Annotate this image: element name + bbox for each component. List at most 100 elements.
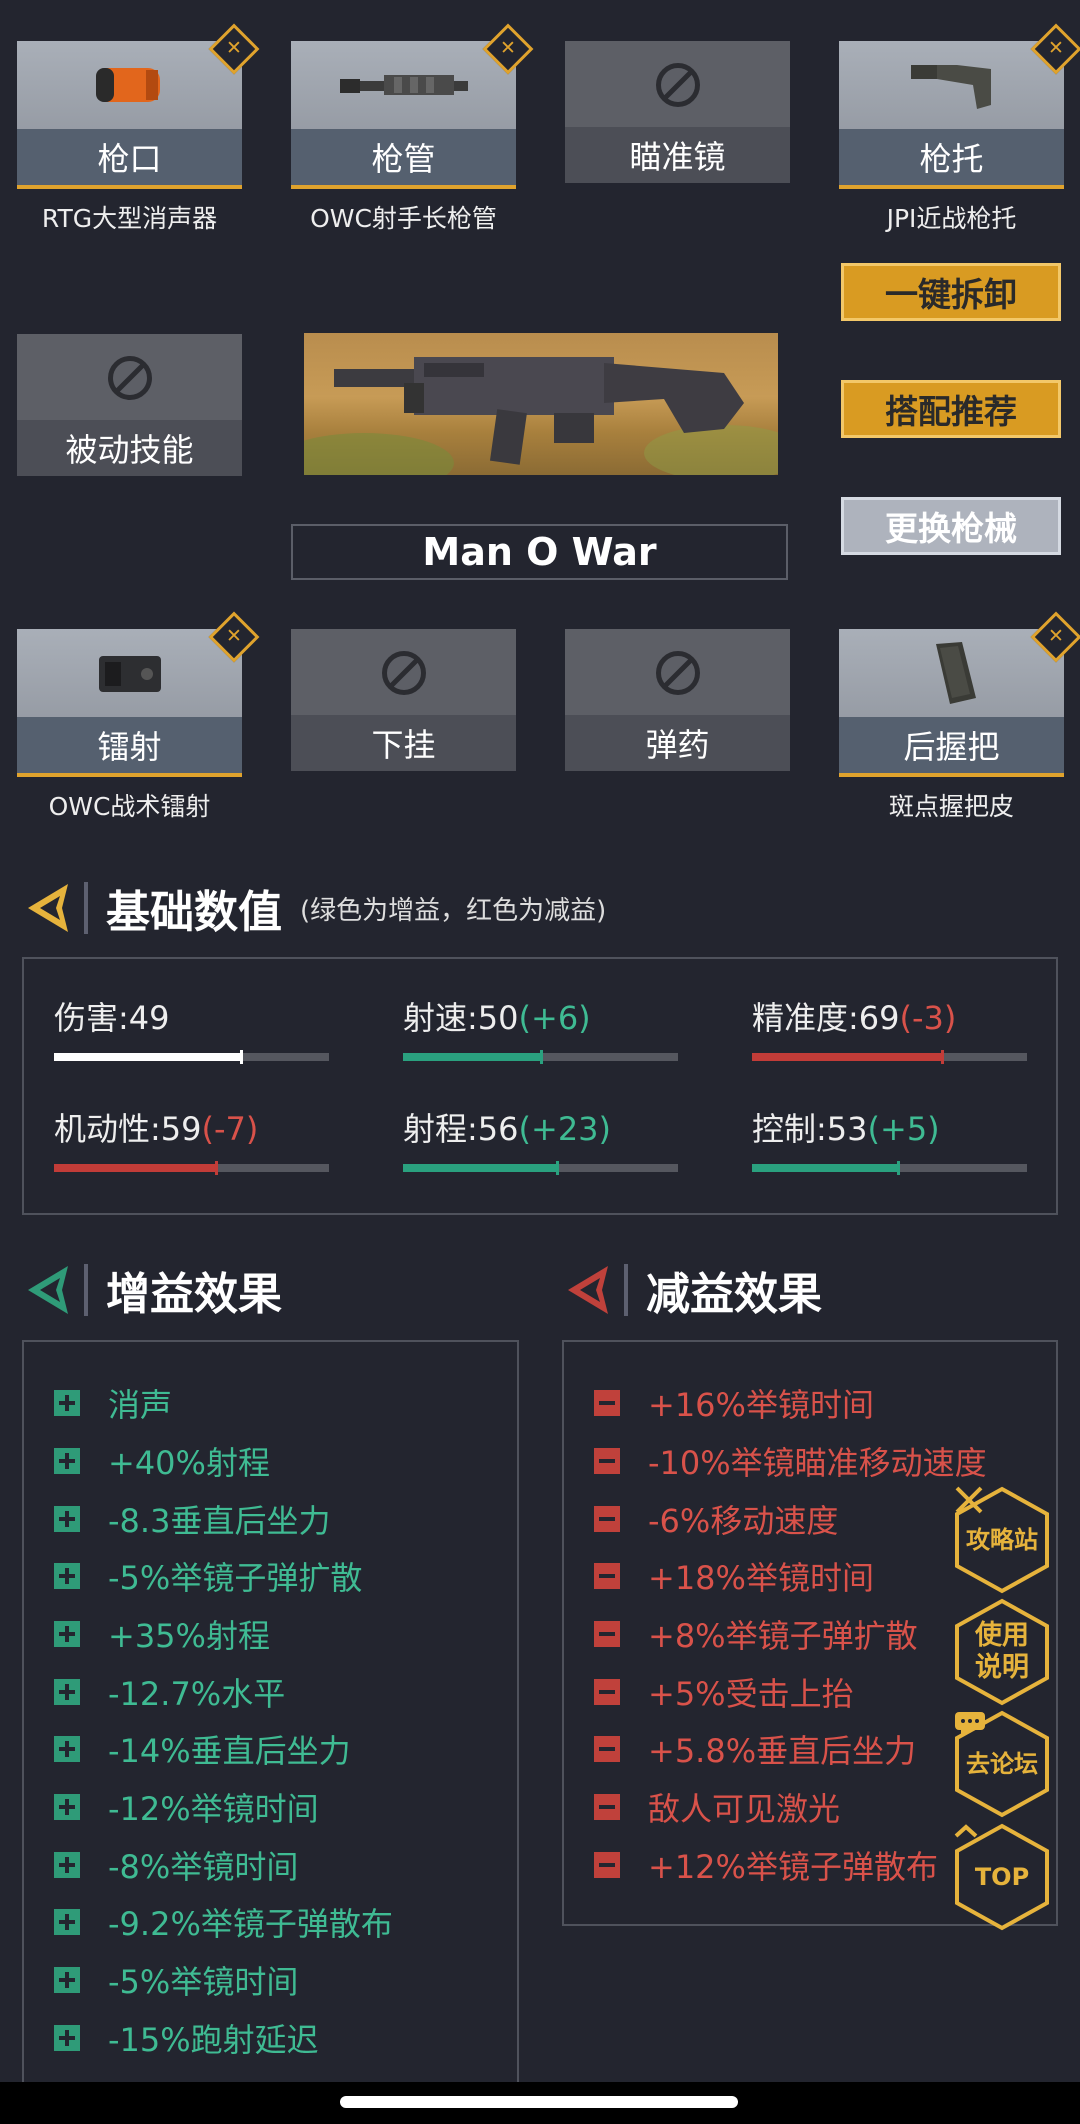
base-stats-title: 基础数值 [106,887,282,938]
debuffs-header: 减益效果 [564,1258,822,1322]
stat-name: 射速: [403,999,478,1037]
stat-bar [403,1161,678,1175]
change-gun-button[interactable]: 更换枪械 [841,497,1061,555]
detach-all-button[interactable]: 一键拆卸 [841,263,1061,321]
slot-barrel[interactable]: 枪管 OWC射手长枪管 [291,23,534,235]
stat-delta: (-7) [201,1110,259,1148]
slot-ammo[interactable]: 弹药 [565,629,790,771]
stat-value: 69 [858,999,900,1037]
suppressor-image [17,41,242,129]
list-item: -8.3垂直后坐力 [54,1496,330,1542]
plus-icon [54,1679,80,1705]
slot-perk-box[interactable]: 被动技能 [17,334,242,476]
slot-perk-label: 被动技能 [17,420,242,476]
base-stats-panel: 伤害:49 射速:50(+6) 精准度:69(-3) 机动性:59(-7) 射程… [22,957,1058,1215]
plus-icon [54,1967,80,1993]
base-stats-note: (绿色为增益，红色为减益) [300,895,607,926]
minus-icon [594,1506,620,1532]
stat-control: 控制:53(+5) [752,1104,1027,1175]
list-item: 消声 [54,1380,172,1426]
slot-underbarrel[interactable]: 下挂 [291,629,516,771]
arrow-left-icon [28,884,68,932]
stat-name: 伤害: [54,999,129,1037]
minus-icon [594,1448,620,1474]
slot-grip-label: 后握把 [839,717,1064,773]
stat-mobility: 机动性:59(-7) [54,1104,329,1175]
stat-value: 56 [477,1110,519,1148]
slot-muzzle-box[interactable]: 枪口 [17,41,242,189]
stat-accuracy: 精准度:69(-3) [752,993,1027,1064]
forum-label: 去论坛 [966,1749,1038,1778]
guide-button[interactable]: 攻略站 [953,1486,1051,1594]
list-item: -12.7%水平 [54,1669,285,1715]
manual-button[interactable]: 使用 说明 [953,1598,1051,1706]
plus-icon [54,1563,80,1589]
list-item: +5%受击上抬 [594,1669,854,1715]
plus-icon [54,1852,80,1878]
slot-laser-label: 镭射 [17,717,242,773]
list-item: -12%举镜时间 [54,1784,319,1830]
chat-bubble-icon [955,1712,985,1737]
stat-damage: 伤害:49 [54,993,329,1064]
slot-laser[interactable]: 镭射 OWC战术镭射 [17,611,260,823]
guide-label: 攻略站 [966,1525,1038,1554]
recommend-button[interactable]: 搭配推荐 [841,380,1061,438]
slot-optic-box[interactable]: 瞄准镜 [565,41,790,183]
slot-grip[interactable]: 后握把 斑点握把皮 [839,611,1080,823]
home-indicator[interactable] [340,2096,738,2108]
list-item: -5%举镜子弹扩散 [54,1553,362,1599]
slot-stock[interactable]: 枪托 JPI近战枪托 [839,23,1080,235]
buffs-header: 增益效果 [24,1258,282,1322]
list-item: +8%举镜子弹扩散 [594,1611,918,1657]
weapon-name: Man O War [291,524,788,580]
weapon-image [304,333,778,475]
slot-laser-box[interactable]: 镭射 [17,629,242,777]
arrow-left-icon [568,1266,608,1314]
plus-icon [54,1794,80,1820]
chevron-up-icon [954,1824,978,1838]
slot-grip-box[interactable]: 后握把 [839,629,1064,777]
minus-icon [594,1736,620,1762]
stat-bar-fill [54,1050,243,1064]
plus-icon [54,2025,80,2051]
stat-delta: (-3) [899,999,957,1037]
grip-image [839,629,1064,717]
plus-icon [54,1621,80,1647]
slot-laser-item: OWC战术镭射 [48,792,211,821]
empty-slot-icon [565,629,790,717]
list-item: -15%跑射延迟 [54,2015,319,2061]
slot-perk[interactable]: 被动技能 [17,334,242,476]
back-to-top-button[interactable]: TOP [953,1823,1051,1931]
stat-value: 53 [826,1110,868,1148]
list-item: -6%移动速度 [594,1496,838,1542]
slot-muzzle[interactable]: 枪口 RTG大型消声器 [17,23,260,235]
stat-fire-rate: 射速:50(+6) [403,993,678,1064]
debuffs-title: 减益效果 [646,1269,822,1320]
empty-slot-icon [17,334,242,422]
minus-icon [594,1390,620,1416]
list-item: +12%举镜子弹散布 [594,1842,938,1888]
slot-barrel-box[interactable]: 枪管 [291,41,516,189]
stat-bar [54,1161,329,1175]
slot-optic-label: 瞄准镜 [565,127,790,183]
slot-grip-item: 斑点握把皮 [888,792,1014,821]
slot-stock-box[interactable]: 枪托 [839,41,1064,189]
list-item: +16%举镜时间 [594,1380,874,1426]
slot-ammo-box[interactable]: 弹药 [565,629,790,771]
slot-underbarrel-box[interactable]: 下挂 [291,629,516,771]
slot-ammo-label: 弹药 [565,715,790,771]
slot-muzzle-item: RTG大型消声器 [41,204,218,233]
system-nav-bar [0,2082,1080,2124]
list-item: +35%射程 [54,1611,270,1657]
plus-icon [54,1506,80,1532]
stat-value: 49 [128,999,170,1037]
stat-delta: (+6) [518,999,591,1037]
top-label: TOP [974,1862,1030,1891]
slot-optic[interactable]: 瞄准镜 [565,41,790,183]
stat-name: 机动性: [54,1110,161,1148]
minus-icon [594,1563,620,1589]
stock-image [839,41,1064,129]
forum-button[interactable]: 去论坛 [953,1710,1051,1818]
empty-slot-icon [565,41,790,129]
plus-icon [54,1390,80,1416]
